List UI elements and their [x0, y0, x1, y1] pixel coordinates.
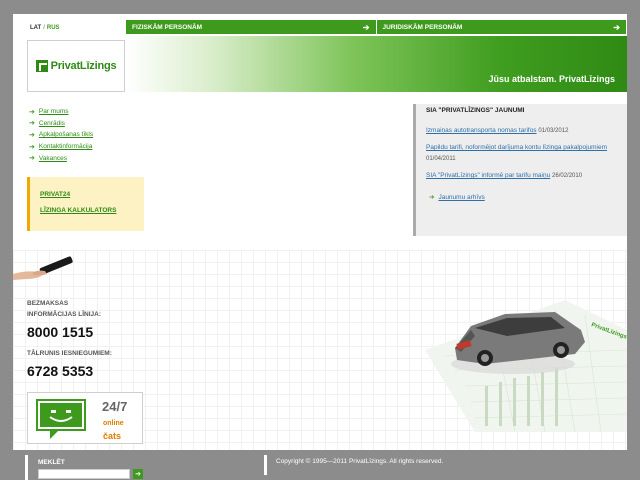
applications-phone-number: 6728 5353	[27, 363, 94, 379]
news-archive-link[interactable]: Jaunumu arhīvs	[438, 194, 484, 201]
chat-label: čats	[103, 431, 122, 441]
news-date: 01/04/2011	[426, 156, 456, 162]
chat-widget[interactable]: 24/7 online čats	[27, 392, 143, 444]
news-date: 26/02/2010	[552, 173, 583, 179]
chat-bubble-icon	[36, 399, 86, 439]
menu-link-network[interactable]: Apkalpošanas tīkls	[39, 131, 93, 138]
bullet-arrow-icon: ➔	[29, 143, 35, 151]
applications-phone-label: TĀLRUNIS IESNIEGUMIEM:	[27, 350, 112, 357]
menu-item-network: ➔ Apkalpošanas tīkls	[29, 129, 93, 141]
news-date: 01/03/2012	[538, 128, 569, 134]
menu-link-prices[interactable]: Cenrādis	[39, 120, 65, 127]
logo-text: PrivatLīzings	[50, 60, 117, 72]
footer-search: MEKLĒT ➔	[25, 455, 165, 480]
free-line-label-1: BEZMAKSAS	[27, 300, 69, 307]
copyright-text: Copyright © 1995—2011 PrivatLīzings. All…	[264, 455, 443, 475]
logo-link[interactable]: PrivatLīzings	[27, 40, 125, 92]
news-item: Papildu tarifi, noformējot darījuma kont…	[426, 142, 617, 165]
left-menu: ➔ Par mums ➔ Cenrādis ➔ Apkalpošanas tīkls …	[29, 106, 93, 164]
lang-separator: /	[43, 25, 45, 31]
tab-private-persons[interactable]: FIZISKĀM PERSONĀM ➔	[126, 20, 377, 34]
free-line-number: 8000 1515	[27, 324, 94, 340]
lang-rus[interactable]: RUS	[47, 25, 60, 31]
menu-link-vacancies[interactable]: Vakances	[39, 155, 67, 162]
car-on-grid-image: PrivatLīzings	[425, 300, 627, 432]
news-link[interactable]: Izmaiņas autotransporta nomas tarifos	[426, 127, 537, 134]
logo: PrivatLīzings	[35, 60, 117, 72]
menu-link-contacts[interactable]: Kontaktinformācija	[39, 143, 92, 150]
menu-item-contacts: ➔ Kontaktinformācija	[29, 141, 93, 153]
menu-item-vacancies: ➔ Vakances	[29, 152, 93, 164]
hotline-block: BEZMAKSAS INFORMĀCIJAS LĪNIJA: 8000 1515…	[27, 298, 112, 387]
phone-hand-icon	[13, 256, 73, 280]
news-item: Izmaiņas autotransporta nomas tarifos 01…	[426, 125, 617, 137]
chat-hours: 24/7	[102, 399, 128, 414]
search-submit-button[interactable]: ➔	[133, 469, 143, 479]
lang-lat[interactable]: LAT	[30, 25, 41, 31]
news-title: SIA "PRIVATLĪZINGS" JAUNUMI	[426, 107, 525, 114]
arrow-right-icon: ➔	[362, 22, 370, 32]
tab-legal-persons[interactable]: JURIDISKĀM PERSONĀM ➔	[376, 20, 627, 34]
leasing-calculator-link[interactable]: LĪZINGA KALKULATORS	[40, 207, 144, 214]
search-input[interactable]	[38, 469, 130, 479]
bullet-arrow-icon: ➔	[429, 194, 435, 201]
news-item: SIA "PrivatLīzings" informē par tarifu m…	[426, 170, 617, 182]
news-link[interactable]: Papildu tarifi, noformējot darījuma kont…	[426, 144, 607, 151]
menu-link-about[interactable]: Par mums	[39, 108, 69, 115]
privat24-link[interactable]: PRIVAT24	[40, 191, 144, 198]
banner-slogan: Jūsu atbalstam. PrivatLīzings	[488, 74, 615, 84]
bullet-arrow-icon: ➔	[29, 108, 35, 116]
page: LAT / RUS FIZISKĀM PERSONĀM ➔ JURIDISKĀM P…	[13, 14, 627, 450]
chat-online: online	[103, 420, 124, 427]
search-label: MEKLĒT	[38, 459, 65, 466]
news-panel: SIA "PRIVATLĪZINGS" JAUNUMI Izmaiņas aut…	[413, 104, 627, 236]
tab-label: FIZISKĀM PERSONĀM	[132, 23, 203, 31]
news-link[interactable]: SIA "PrivatLīzings" informē par tarifu m…	[426, 172, 550, 179]
bullet-arrow-icon: ➔	[29, 120, 35, 128]
top-navigation: FIZISKĀM PERSONĀM ➔ JURIDISKĀM PERSONĀM …	[126, 20, 627, 34]
free-line-label-2: INFORMĀCIJAS LĪNIJA:	[27, 311, 102, 318]
tab-label: JURIDISKĀM PERSONĀM	[382, 23, 463, 31]
bullet-arrow-icon: ➔	[29, 155, 35, 163]
promo-box: PRIVAT24 LĪZINGA KALKULATORS	[27, 177, 144, 231]
arrow-right-icon: ➔	[613, 22, 620, 32]
news-archive: ➔ Jaunumu arhīvs	[426, 193, 617, 202]
menu-item-prices: ➔ Cenrādis	[29, 118, 93, 130]
logo-mark-icon	[35, 60, 48, 72]
header-banner: Jūsu atbalstam. PrivatLīzings	[126, 36, 627, 92]
bullet-arrow-icon: ➔	[29, 131, 35, 139]
search-row: ➔	[38, 469, 165, 479]
arrow-right-icon: ➔	[135, 471, 141, 478]
menu-item-about: ➔ Par mums	[29, 106, 93, 118]
language-switch: LAT / RUS	[30, 25, 60, 31]
